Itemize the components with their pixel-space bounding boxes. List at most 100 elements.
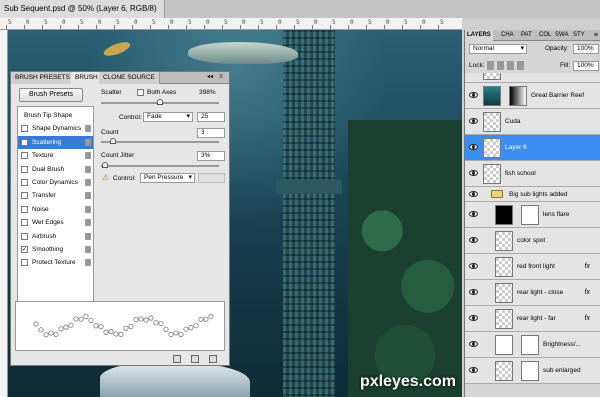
panel-menu-icon[interactable]: ≡ <box>216 73 226 82</box>
new-preset-icon[interactable] <box>191 355 199 363</box>
visibility-eye-icon[interactable] <box>469 263 478 269</box>
layer-row[interactable]: sub enlarged <box>465 358 600 384</box>
lock-icon[interactable] <box>85 232 91 240</box>
visibility-eye-icon[interactable] <box>469 315 478 321</box>
document-tab[interactable]: Sub Sequent.psd @ 50% (Layer 6, RGB/8) *… <box>0 0 165 31</box>
layer-row[interactable]: lens flare <box>465 202 600 228</box>
visibility-eye-icon[interactable] <box>469 367 478 373</box>
option-checkbox[interactable] <box>21 205 28 213</box>
layer-effects-icon[interactable]: fx <box>585 254 590 280</box>
both-axes-checkbox[interactable] <box>137 89 144 96</box>
count-jitter-slider[interactable] <box>101 165 219 167</box>
lock-icon[interactable] <box>85 246 91 253</box>
layer-effects-icon[interactable]: fx <box>585 306 590 332</box>
brush-option-brush-tip-shape[interactable]: Brush Tip Shape <box>18 109 93 122</box>
option-checkbox[interactable] <box>21 179 28 186</box>
visibility-eye-icon[interactable] <box>469 289 478 295</box>
tab-swatches[interactable]: SWA <box>553 30 570 41</box>
visibility-eye-icon[interactable] <box>469 92 478 98</box>
count-jitter-slider-handle[interactable] <box>101 162 108 168</box>
brush-presets-button[interactable]: Brush Presets <box>19 88 83 102</box>
brush-option-wet-edges[interactable]: Wet Edges <box>18 216 93 229</box>
brush-option-transfer[interactable]: Transfer <box>18 189 93 202</box>
layer-row[interactable]: rear light - close fx <box>465 280 600 306</box>
layers-menu-icon[interactable]: ≡ <box>594 30 598 41</box>
layer-row[interactable]: Great Barrier Reef <box>465 83 600 109</box>
brush-option-protect-texture[interactable]: Protect Texture <box>18 256 93 269</box>
layer-effects-icon[interactable]: fx <box>585 280 590 306</box>
count-input[interactable]: 3 <box>197 128 225 138</box>
option-checkbox[interactable]: ✓ <box>21 246 28 253</box>
scatter-slider-handle[interactable] <box>157 99 163 105</box>
layer-row[interactable]: rear light - far fx <box>465 306 600 332</box>
lock-icon[interactable] <box>85 205 91 213</box>
count-jitter-input[interactable]: 3% <box>197 151 225 161</box>
option-checkbox[interactable] <box>21 165 28 173</box>
brush-option-dual-brush[interactable]: Dual Brush <box>18 163 93 176</box>
tab-layers[interactable]: LAYERS <box>465 30 493 41</box>
tab-color[interactable]: COL <box>537 30 553 41</box>
lock-icon[interactable] <box>85 192 91 200</box>
tab-channels[interactable]: CHA <box>499 30 516 41</box>
tab-paths[interactable]: PAT <box>519 30 534 41</box>
visibility-eye-icon[interactable] <box>469 191 478 197</box>
tab-styles[interactable]: STY <box>571 30 587 41</box>
horizontal-ruler[interactable]: 5 0 5 0 5 0 5 0 5 0 5 0 5 0 5 0 5 0 5 0 5 0 5 0 5 <box>0 18 462 30</box>
jitter-control-select[interactable]: Pen Pressure <box>140 173 195 183</box>
layer-row[interactable]: Big sub lights added <box>465 187 600 202</box>
brush-option-color-dynamics[interactable]: Color Dynamics <box>18 176 93 189</box>
option-checkbox[interactable] <box>21 125 28 133</box>
lock-icon[interactable] <box>85 179 91 186</box>
layer-row[interactable]: Layer 6 <box>465 135 600 161</box>
visibility-eye-icon[interactable] <box>469 341 478 347</box>
layer-row[interactable]: Brightness/... <box>465 332 600 358</box>
brush-option-noise[interactable]: Noise <box>18 203 93 216</box>
layer-row[interactable]: highlite <box>465 73 600 83</box>
lock-icon[interactable] <box>85 152 91 160</box>
lock-icon[interactable] <box>85 219 91 227</box>
count-slider[interactable] <box>101 141 219 143</box>
brush-grid-icon[interactable] <box>209 355 217 363</box>
option-checkbox[interactable] <box>21 232 28 240</box>
layer-row[interactable]: Cuda <box>465 109 600 135</box>
tab-brush[interactable]: BRUSH <box>71 72 103 84</box>
visibility-eye-icon[interactable] <box>469 170 478 176</box>
layer-mask-thumbnail[interactable] <box>521 335 539 355</box>
toggle-live-tip-icon[interactable] <box>173 355 181 363</box>
option-checkbox[interactable] <box>21 192 28 200</box>
brush-option-smoothing[interactable]: ✓ Smoothing <box>18 243 93 256</box>
visibility-eye-icon[interactable] <box>469 237 478 243</box>
option-checkbox[interactable] <box>21 259 28 267</box>
option-checkbox[interactable] <box>21 152 28 160</box>
fade-steps-input[interactable]: 25 <box>197 112 225 122</box>
layer-mask-thumbnail[interactable] <box>521 205 539 225</box>
tab-clone-source[interactable]: CLONE SOURCE <box>99 72 161 84</box>
brush-option-shape-dynamics[interactable]: Shape Dynamics <box>18 122 93 135</box>
collapse-icon[interactable]: ◂◂ <box>207 73 213 82</box>
scatter-control-select[interactable]: Fade <box>143 112 193 122</box>
layer-row[interactable]: fish school <box>465 161 600 187</box>
count-slider-handle[interactable] <box>109 138 116 144</box>
brush-option-airbrush[interactable]: Airbrush <box>18 230 93 243</box>
opacity-input[interactable]: 100% <box>573 44 599 54</box>
visibility-eye-icon[interactable] <box>469 211 478 217</box>
brush-option-scattering[interactable]: ✓ Scattering <box>18 135 93 149</box>
layer-mask-thumbnail[interactable] <box>521 361 539 381</box>
visibility-eye-icon[interactable] <box>469 118 478 124</box>
vertical-ruler[interactable] <box>0 30 8 397</box>
lock-icons[interactable] <box>487 61 527 70</box>
layer-row[interactable]: color spot <box>465 228 600 254</box>
blend-mode-select[interactable]: Normal <box>469 44 527 54</box>
tab-brush-presets[interactable]: BRUSH PRESETS <box>11 72 75 84</box>
lock-icon[interactable] <box>85 125 91 133</box>
fill-input[interactable]: 100% <box>573 61 599 71</box>
layer-mask-thumbnail[interactable] <box>509 86 527 106</box>
brush-option-texture[interactable]: Texture <box>18 149 93 162</box>
visibility-eye-icon[interactable] <box>469 144 478 150</box>
lock-icon[interactable] <box>85 259 91 267</box>
option-checkbox[interactable] <box>21 219 28 227</box>
layer-row[interactable]: red front light fx <box>465 254 600 280</box>
option-checkbox[interactable]: ✓ <box>21 138 28 146</box>
lock-icon[interactable] <box>85 165 91 173</box>
lock-icon[interactable] <box>85 138 91 146</box>
